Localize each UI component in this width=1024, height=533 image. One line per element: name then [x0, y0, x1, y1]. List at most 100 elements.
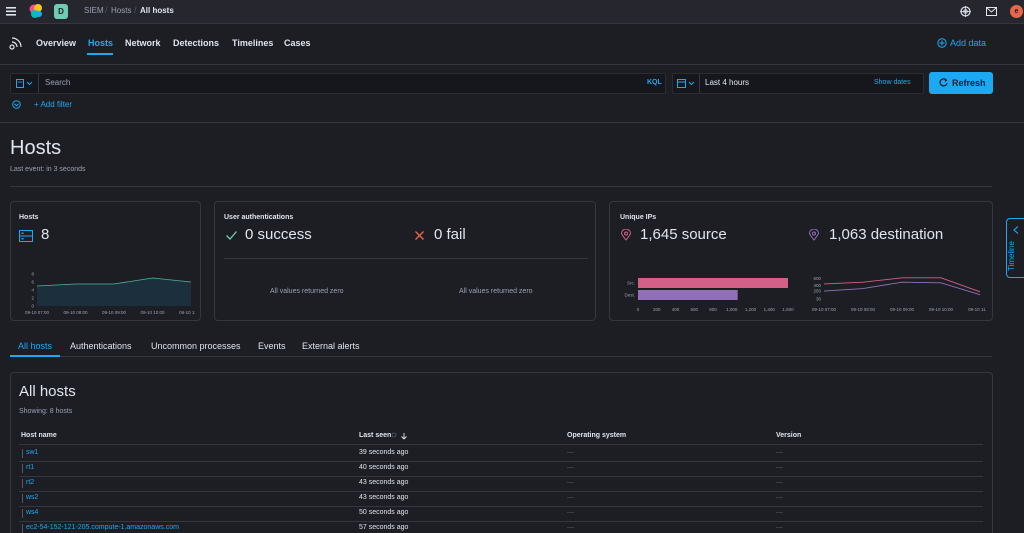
last-seen-value: 43 seconds ago — [359, 494, 409, 501]
unique-ips-title: Unique IPs — [620, 214, 657, 221]
hosts-icon — [19, 230, 33, 242]
cross-icon — [415, 231, 424, 240]
show-dates-link[interactable]: Show dates — [874, 79, 911, 86]
host-name-link[interactable]: rt1 — [26, 464, 34, 471]
x-tick-label: 400 — [672, 307, 680, 312]
breadcrumb-hosts[interactable]: Hosts — [111, 6, 131, 15]
menu-icon[interactable] — [6, 6, 16, 16]
last-seen-value: 40 seconds ago — [359, 464, 409, 471]
user-avatar[interactable]: e — [1010, 5, 1023, 18]
row-drag-handle — [22, 524, 23, 533]
host-name-link[interactable]: rt2 — [26, 479, 34, 486]
sort-icons[interactable] — [391, 432, 409, 440]
search-placeholder: Search — [45, 78, 71, 87]
x-tick-label: 800 — [709, 307, 717, 312]
host-name-link[interactable]: ws4 — [26, 509, 38, 516]
check-icon — [226, 231, 237, 240]
y-tick-label: 8 — [31, 272, 34, 277]
host-name-link[interactable]: ec2-54-152-121-205.compute-1.amazonaws.c… — [26, 524, 179, 531]
subtab-events[interactable]: Events — [258, 341, 286, 351]
x-tick-label: 09-10 11:00 — [968, 307, 986, 312]
subtab-external-alerts[interactable]: External alerts — [302, 341, 360, 351]
subtab-divider — [10, 356, 992, 357]
host-name-link[interactable]: ws2 — [26, 494, 38, 501]
tab-detections[interactable]: Detections — [173, 38, 219, 48]
row-drag-handle — [22, 464, 23, 473]
breadcrumb-separator: / — [105, 5, 108, 15]
ip-bar — [638, 290, 738, 300]
operating-system-value: — — [567, 509, 574, 516]
y-tick-label: 2 — [31, 296, 34, 301]
ip-line-chart: 600 400 250 30 09-10 07:00 09-10 08:00 09-10 0… — [804, 270, 986, 316]
tab-overview[interactable]: Overview — [36, 38, 76, 48]
column-header-operating-system[interactable]: Operating system — [567, 432, 626, 439]
source-ip-count: 1,645 source — [640, 226, 727, 243]
column-header-version[interactable]: Version — [776, 432, 801, 439]
add-filter-link[interactable]: + Add filter — [34, 100, 72, 109]
search-input[interactable] — [10, 73, 666, 94]
x-tick-label: 09-10 07:00 — [25, 310, 50, 315]
kibana-logo-icon[interactable] — [28, 3, 44, 20]
last-seen-value: 57 seconds ago — [359, 524, 409, 531]
space-badge[interactable]: D — [54, 4, 68, 19]
x-tick-label: 0 — [637, 307, 640, 312]
hosts-area-chart: 8 6 4 2 0 09-10 07:00 09-10 08:00 09-10 09:00 09… — [17, 270, 195, 316]
timeline-flyout-label: Timeline — [1007, 241, 1016, 271]
row-drag-handle — [22, 479, 23, 488]
last-event-text: Last event: in 3 seconds — [10, 166, 86, 173]
version-value: — — [776, 464, 783, 471]
version-value: — — [776, 524, 783, 531]
x-tick-label: 200 — [653, 307, 661, 312]
version-value: — — [776, 494, 783, 501]
tab-timelines[interactable]: Timelines — [232, 38, 273, 48]
mail-icon[interactable] — [986, 7, 997, 16]
column-header-last-seen[interactable]: Last seen — [359, 432, 391, 439]
table-title: All hosts — [19, 383, 76, 400]
x-tick-label: 09-10 09:00 — [890, 307, 915, 312]
tab-hosts[interactable]: Hosts — [88, 38, 113, 48]
operating-system-value: — — [567, 494, 574, 501]
hosts-kpi-panel: Hosts 8 8 6 4 2 0 09-10 07:00 09-10 08:00 09-10… — [10, 201, 201, 321]
siem-navigation: Overview Hosts Network Detections Timeli… — [0, 24, 1024, 65]
help-icon[interactable] — [960, 6, 971, 17]
breadcrumb-siem[interactable]: SIEM — [84, 6, 104, 15]
refresh-label: Refresh — [952, 78, 986, 88]
x-tick-label: 09-10 10:00 — [929, 307, 954, 312]
x-tick-label: 09-10 08:00 — [851, 307, 876, 312]
page-title: Hosts — [10, 137, 62, 159]
source-pin-icon — [621, 229, 631, 241]
x-tick-label: 1,000 — [726, 307, 738, 312]
x-tick-label: 1,400 — [764, 307, 776, 312]
y-tick-label: 6 — [31, 280, 34, 285]
table-row-divider — [19, 476, 983, 477]
x-tick-label: 600 — [690, 307, 698, 312]
refresh-button[interactable]: Refresh — [929, 72, 993, 94]
auth-kpi-title: User authentications — [224, 214, 294, 221]
x-tick-label: 09-10 08:00 — [63, 310, 88, 315]
hosts-count: 8 — [41, 226, 50, 243]
filter-options-icon[interactable] — [12, 100, 21, 109]
subtab-uncommon-processes[interactable]: Uncommon processes — [151, 341, 241, 351]
saved-query-icon[interactable] — [16, 79, 34, 88]
subtab-all-hosts[interactable]: All hosts — [18, 341, 52, 351]
table-row-divider — [19, 521, 983, 522]
hosts-area-fill — [37, 278, 191, 306]
calendar-icon[interactable] — [677, 79, 697, 88]
x-tick-label: 1,200 — [745, 307, 757, 312]
tab-network[interactable]: Network — [125, 38, 161, 48]
date-range-label[interactable]: Last 4 hours — [705, 78, 749, 87]
add-data-icon[interactable] — [937, 38, 947, 48]
column-header-host-name[interactable]: Host name — [21, 432, 57, 439]
kql-toggle[interactable]: KQL — [647, 79, 662, 86]
auth-success-count: 0 success — [245, 226, 312, 243]
destination-ip-count: 1,063 destination — [829, 226, 944, 243]
breadcrumb-separator: / — [134, 5, 137, 15]
last-seen-value: 39 seconds ago — [359, 449, 409, 456]
all-hosts-table-panel — [10, 372, 993, 533]
tab-cases[interactable]: Cases — [284, 38, 311, 48]
host-name-link[interactable]: sw1 — [26, 449, 38, 456]
add-data-link[interactable]: Add data — [950, 38, 986, 48]
divider — [699, 74, 700, 93]
subtab-authentications[interactable]: Authentications — [70, 341, 132, 351]
table-row-divider — [19, 506, 983, 507]
